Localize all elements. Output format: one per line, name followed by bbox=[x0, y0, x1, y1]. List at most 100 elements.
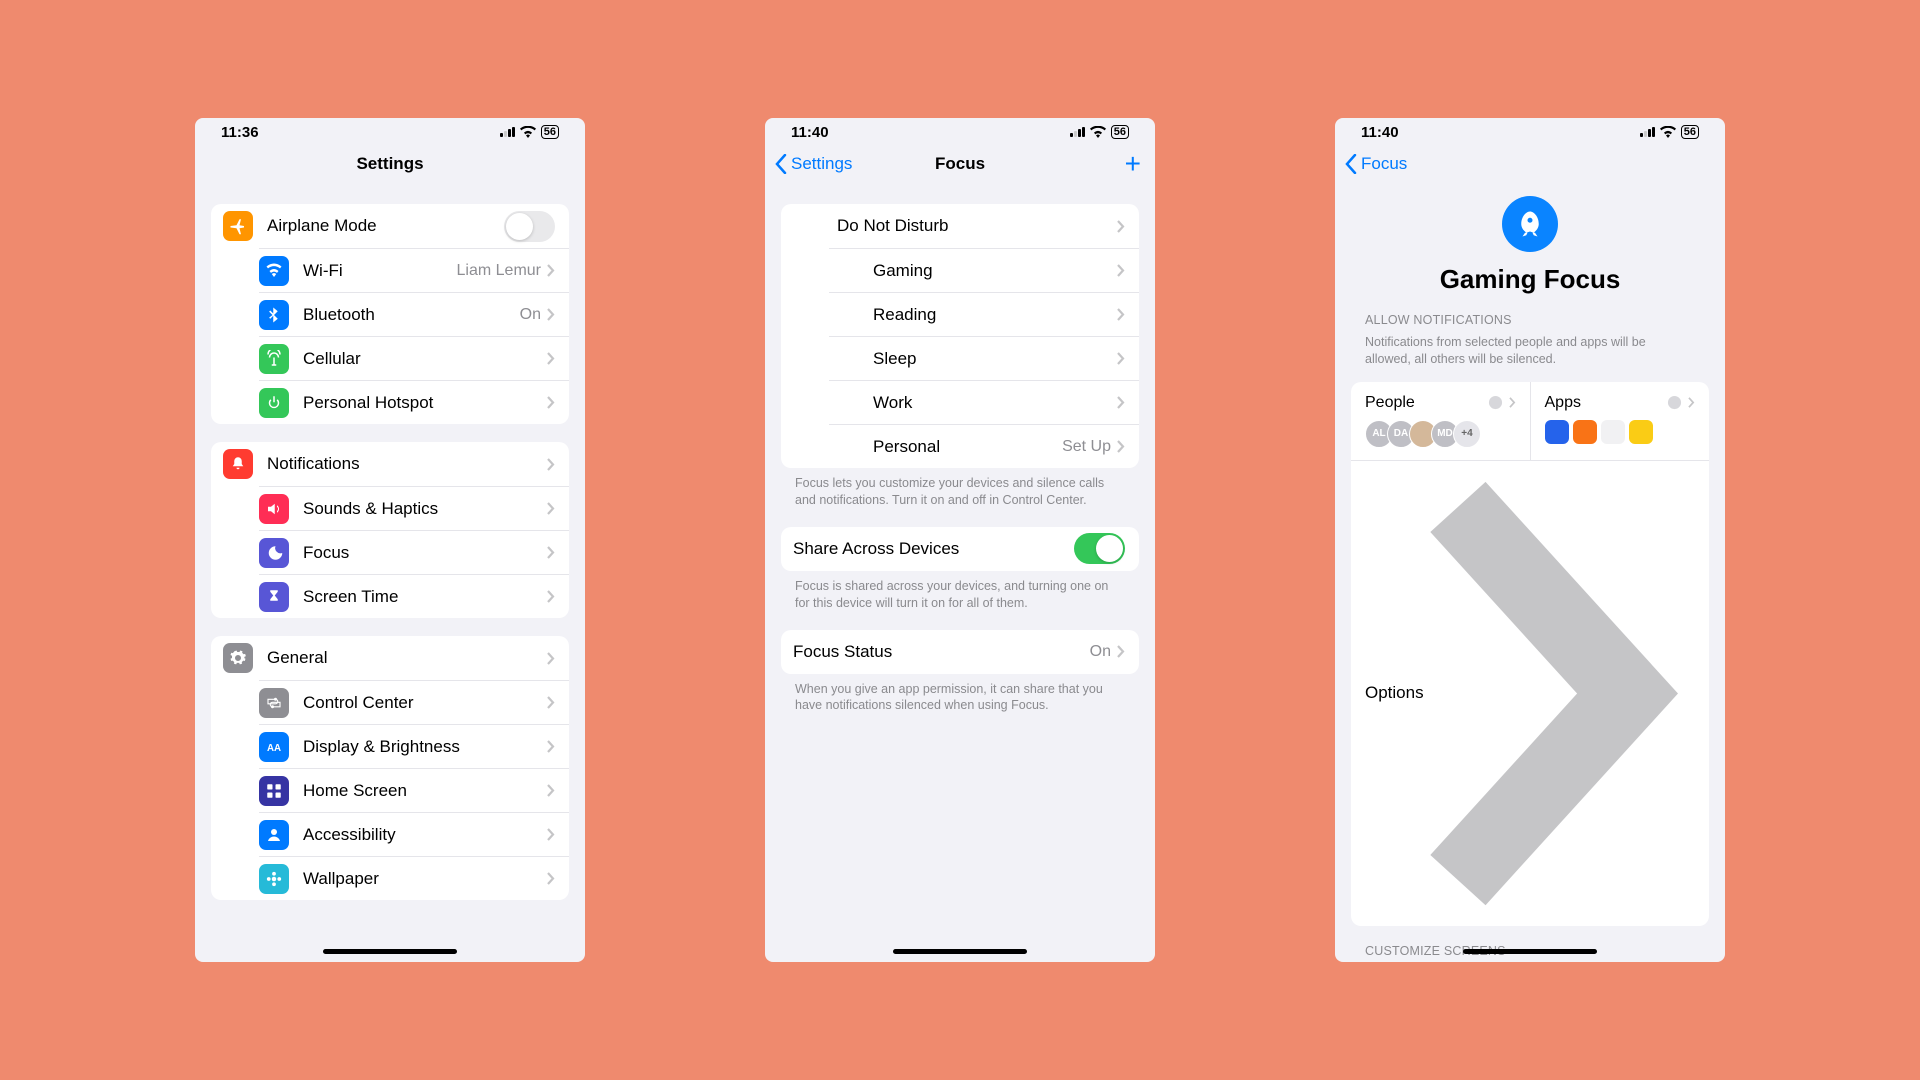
apps-cell[interactable]: Apps bbox=[1530, 382, 1710, 460]
home-indicator[interactable] bbox=[893, 949, 1027, 954]
row-label: Wallpaper bbox=[303, 869, 547, 889]
row-label: Gaming bbox=[873, 261, 1117, 281]
chevron-right-icon bbox=[547, 872, 555, 885]
row-label: Airplane Mode bbox=[267, 216, 504, 236]
options-label: Options bbox=[1365, 683, 1424, 703]
chevron-right-icon bbox=[547, 652, 555, 665]
share-across-devices-row[interactable]: Share Across Devices bbox=[781, 527, 1139, 571]
settings-row-cellular[interactable]: Cellular bbox=[259, 336, 569, 380]
apps-label: Apps bbox=[1545, 394, 1581, 412]
gear-icon bbox=[223, 643, 253, 673]
chevron-right-icon bbox=[1688, 397, 1695, 408]
navbar: Focus bbox=[1335, 142, 1725, 186]
cellular-icon bbox=[259, 344, 289, 374]
wifi-icon bbox=[1090, 126, 1106, 138]
gaming-focus-content[interactable]: Gaming Focus Allow Notifications Notific… bbox=[1335, 186, 1725, 962]
settings-row-general[interactable]: General bbox=[211, 636, 569, 680]
row-label: Reading bbox=[873, 305, 1117, 325]
back-button[interactable]: Focus bbox=[1345, 154, 1407, 174]
chevron-right-icon bbox=[547, 740, 555, 753]
share-toggle[interactable] bbox=[1074, 533, 1125, 564]
row-label: Home Screen bbox=[303, 781, 547, 801]
add-button[interactable]: + bbox=[1125, 150, 1141, 178]
battery-icon: 56 bbox=[541, 125, 559, 139]
settings-row-work[interactable]: Work bbox=[829, 380, 1139, 424]
settings-row-home-screen[interactable]: Home Screen bbox=[259, 768, 569, 812]
settings-row-sounds-haptics[interactable]: Sounds & Haptics bbox=[259, 486, 569, 530]
settings-row-accessibility[interactable]: Accessibility bbox=[259, 812, 569, 856]
settings-row-sleep[interactable]: Sleep bbox=[829, 336, 1139, 380]
share-label: Share Across Devices bbox=[793, 539, 1074, 559]
avatar-more: +4 bbox=[1453, 420, 1481, 448]
row-label: Personal Hotspot bbox=[303, 393, 547, 413]
flower-icon bbox=[259, 864, 289, 894]
options-row[interactable]: Options bbox=[1351, 460, 1709, 926]
settings-list[interactable]: Airplane Mode Wi-FiLiam LemurBluetoothOn C… bbox=[195, 186, 585, 962]
customize-header: Customize Screens bbox=[1335, 926, 1725, 962]
settings-row-screen-time[interactable]: Screen Time bbox=[259, 574, 569, 618]
status-time: 11:40 bbox=[1361, 124, 1399, 141]
settings-row-personal-hotspot[interactable]: Personal Hotspot bbox=[259, 380, 569, 424]
app-icon bbox=[1573, 420, 1597, 444]
settings-row-personal[interactable]: PersonalSet Up bbox=[829, 424, 1139, 468]
settings-row-reading[interactable]: Reading bbox=[829, 292, 1139, 336]
settings-row-gaming[interactable]: Gaming bbox=[829, 248, 1139, 292]
allow-sub: Notifications from selected people and a… bbox=[1335, 332, 1725, 374]
chevron-right-icon bbox=[1117, 440, 1125, 453]
people-cell[interactable]: People ALDAMD+4 bbox=[1351, 382, 1530, 460]
bed-icon bbox=[829, 344, 859, 374]
settings-row-notifications[interactable]: Notifications bbox=[211, 442, 569, 486]
settings-row-focus[interactable]: Focus bbox=[259, 530, 569, 574]
settings-row-wi-fi[interactable]: Wi-FiLiam Lemur bbox=[259, 248, 569, 292]
focus-status-row[interactable]: Focus Status On bbox=[781, 630, 1139, 674]
status-footer: When you give an app permission, it can … bbox=[765, 674, 1155, 715]
chevron-right-icon bbox=[1509, 397, 1516, 408]
settings-row-airplane-mode[interactable]: Airplane Mode bbox=[211, 204, 569, 248]
row-label: Personal bbox=[873, 437, 1062, 457]
settings-row-bluetooth[interactable]: BluetoothOn bbox=[259, 292, 569, 336]
cellular-signal-icon bbox=[1640, 127, 1655, 137]
chevron-right-icon bbox=[1117, 264, 1125, 277]
settings-row-display-brightness[interactable]: AADisplay & Brightness bbox=[259, 724, 569, 768]
row-label: Focus bbox=[303, 543, 547, 563]
settings-row-control-center[interactable]: Control Center bbox=[259, 680, 569, 724]
chevron-right-icon bbox=[547, 696, 555, 709]
home-indicator[interactable] bbox=[1463, 949, 1597, 954]
hero: Gaming Focus bbox=[1335, 186, 1725, 295]
row-label: Sounds & Haptics bbox=[303, 499, 547, 519]
focus-content[interactable]: Do Not Disturb Gaming Reading Sleep Work Pers… bbox=[765, 186, 1155, 962]
chevron-right-icon bbox=[547, 590, 555, 603]
toggle[interactable] bbox=[504, 211, 555, 242]
rocket-icon bbox=[829, 256, 859, 286]
chevron-right-icon bbox=[547, 308, 555, 321]
cellular-signal-icon bbox=[1070, 127, 1085, 137]
battery-icon: 56 bbox=[1681, 125, 1699, 139]
allow-header: Allow Notifications bbox=[1335, 295, 1725, 332]
row-value: Set Up bbox=[1062, 438, 1111, 456]
status-bar: 11:36 56 bbox=[195, 118, 585, 142]
hotspot-icon bbox=[259, 388, 289, 418]
row-label: Screen Time bbox=[303, 587, 547, 607]
chevron-right-icon bbox=[547, 784, 555, 797]
app-icon bbox=[1601, 420, 1625, 444]
app-icon bbox=[1545, 420, 1569, 444]
row-label: Work bbox=[873, 393, 1117, 413]
sound-icon bbox=[259, 494, 289, 524]
row-label: Cellular bbox=[303, 349, 547, 369]
cellular-signal-icon bbox=[500, 127, 515, 137]
grid-icon bbox=[259, 776, 289, 806]
row-value: On bbox=[520, 306, 541, 324]
back-button[interactable]: Settings bbox=[775, 154, 852, 174]
home-indicator[interactable] bbox=[323, 949, 457, 954]
notifications-card: People ALDAMD+4 Apps bbox=[1351, 382, 1709, 926]
battery-icon: 56 bbox=[1111, 125, 1129, 139]
row-label: Display & Brightness bbox=[303, 737, 547, 757]
gear-icon bbox=[1488, 395, 1503, 410]
navbar: Settings bbox=[195, 142, 585, 186]
chevron-right-icon bbox=[1117, 220, 1125, 233]
status-indicators: 56 bbox=[1640, 125, 1699, 139]
status-time: 11:36 bbox=[221, 124, 259, 141]
settings-row-wallpaper[interactable]: Wallpaper bbox=[259, 856, 569, 900]
settings-row-do-not-disturb[interactable]: Do Not Disturb bbox=[781, 204, 1139, 248]
chevron-right-icon bbox=[1117, 308, 1125, 321]
